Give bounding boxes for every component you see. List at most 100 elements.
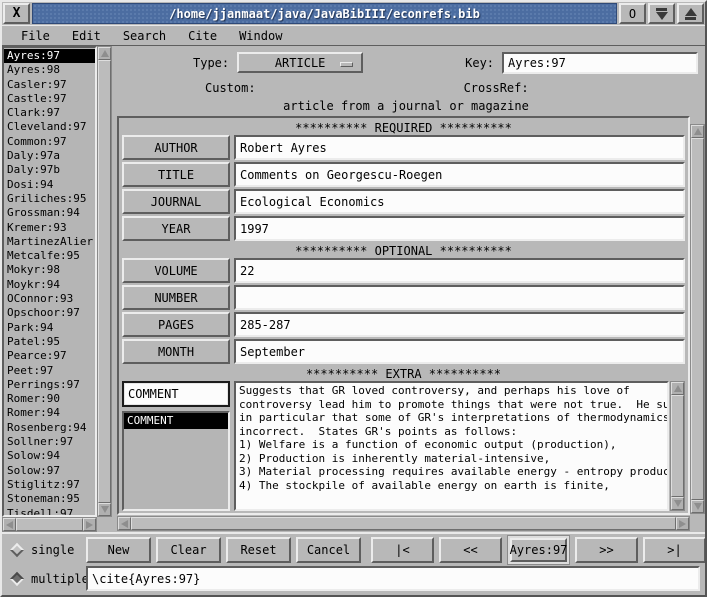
list-item[interactable]: Griliches:95 [4,192,95,206]
title-field-button[interactable]: TITLE [122,162,230,187]
hscroll-thumb[interactable] [131,517,676,530]
cancel-button[interactable]: Cancel [296,537,361,563]
mode-multiple-radio[interactable]: multiple [2,572,86,586]
list-item[interactable]: Pearce:97 [4,349,95,363]
hscroll-thumb[interactable] [16,518,83,531]
list-item[interactable]: Peet:97 [4,364,95,378]
list-item[interactable]: Solow:94 [4,449,95,463]
minimize-button[interactable] [648,3,675,24]
list-item[interactable]: Perrings:97 [4,378,95,392]
radio-diamond-icon[interactable] [10,571,24,585]
journal-input[interactable] [234,189,685,214]
reset-button[interactable]: Reset [226,537,291,563]
number-field-button[interactable]: NUMBER [122,285,230,310]
list-item[interactable]: Patel:95 [4,335,95,349]
menu-file[interactable]: File [10,27,61,45]
clear-button[interactable]: Clear [156,537,221,563]
vscroll-thumb[interactable] [691,138,704,500]
list-item[interactable]: Moykr:94 [4,278,95,292]
list-item[interactable]: Grossman:94 [4,206,95,220]
scroll-down-arrow[interactable] [691,500,704,513]
scroll-right-arrow[interactable] [83,518,96,531]
month-input[interactable] [234,339,685,364]
nav-current-button[interactable]: Ayres:97 [510,538,567,562]
list-item[interactable]: Romer:94 [4,406,95,420]
list-item[interactable]: Solow:97 [4,464,95,478]
close-button[interactable]: X [3,3,30,24]
type-dropdown[interactable]: ARTICLE [237,52,363,73]
menu-edit[interactable]: Edit [61,27,112,45]
list-item[interactable]: Common:97 [4,135,95,149]
list-item[interactable]: Mokyr:98 [4,263,95,277]
scroll-up-arrow[interactable] [98,47,111,60]
list-item[interactable]: Clark:97 [4,106,95,120]
list-item[interactable]: OConnor:93 [4,292,95,306]
volume-field-button[interactable]: VOLUME [122,258,230,283]
author-field-button[interactable]: AUTHOR [122,135,230,160]
list-item[interactable]: Romer:90 [4,392,95,406]
scroll-down-arrow[interactable] [98,503,111,516]
nav-first-button[interactable]: |< [371,537,434,563]
menu-search[interactable]: Search [112,27,177,45]
list-item[interactable]: Daly:97b [4,163,95,177]
nav-next-button[interactable]: >> [575,537,638,563]
list-item[interactable]: Daly:97a [4,149,95,163]
reference-list-vscrollbar[interactable] [97,46,112,517]
menu-cite[interactable]: Cite [177,27,228,45]
pages-input[interactable] [234,312,685,337]
nav-prev-button[interactable]: << [439,537,502,563]
scroll-up-arrow[interactable] [691,125,704,138]
cite-command-input[interactable] [86,566,700,591]
nav-last-button[interactable]: >| [643,537,706,563]
list-item[interactable]: COMMENT [124,413,228,429]
reference-list[interactable]: Ayres:97Ayres:98Casler:97Castle:97Clark:… [2,46,97,517]
author-input[interactable] [234,135,685,160]
month-field-button[interactable]: MONTH [122,339,230,364]
mode-single-radio[interactable]: single [2,543,86,557]
window-title-stripe[interactable]: /home/jjanmaat/java/JavaBibIII/econrefs.… [32,3,617,24]
year-field-button[interactable]: YEAR [122,216,230,241]
radio-diamond-icon[interactable] [10,542,24,556]
form-vscrollbar[interactable] [690,124,705,514]
vscroll-thumb[interactable] [671,395,684,497]
list-item[interactable]: Cleveland:97 [4,120,95,134]
list-item[interactable]: Park:94 [4,321,95,335]
list-item[interactable]: Sollner:97 [4,435,95,449]
vscroll-thumb[interactable] [98,60,111,503]
title-input[interactable] [234,162,685,187]
new-button[interactable]: New [86,537,151,563]
menu-window[interactable]: Window [228,27,293,45]
form-hscrollbar[interactable] [117,516,690,531]
list-item[interactable]: Stoneman:95 [4,492,95,506]
list-item[interactable]: Tisdell:97 [4,507,95,518]
key-input[interactable] [502,52,698,74]
list-item[interactable]: Rosenberg:94 [4,421,95,435]
number-input[interactable] [234,285,685,310]
scroll-right-arrow[interactable] [676,517,689,530]
volume-input[interactable] [234,258,685,283]
year-input[interactable] [234,216,685,241]
list-item[interactable]: Ayres:97 [4,49,95,63]
list-item[interactable]: Metcalfe:95 [4,249,95,263]
extra-field-list[interactable]: COMMENT [122,411,230,511]
maximize-button[interactable] [677,3,704,24]
extra-field-name-input[interactable] [122,381,230,407]
journal-field-button[interactable]: JOURNAL [122,189,230,214]
scroll-up-arrow[interactable] [671,382,684,395]
list-item[interactable]: Dosi:94 [4,178,95,192]
list-item[interactable]: Opschoor:97 [4,306,95,320]
comment-textarea[interactable]: Suggests that GR loved controversy, and … [234,381,669,511]
list-item[interactable]: MartinezAlier:9 [4,235,95,249]
window-menu-button[interactable]: O [619,3,646,24]
pages-field-button[interactable]: PAGES [122,312,230,337]
scroll-left-arrow[interactable] [3,518,16,531]
comment-vscrollbar[interactable] [670,381,685,511]
list-item[interactable]: Kremer:93 [4,221,95,235]
list-item[interactable]: Stiglitz:97 [4,478,95,492]
list-item[interactable]: Ayres:98 [4,63,95,77]
scroll-left-arrow[interactable] [118,517,131,530]
list-item[interactable]: Casler:97 [4,78,95,92]
list-item[interactable]: Castle:97 [4,92,95,106]
reference-list-hscrollbar[interactable] [2,517,97,532]
scroll-down-arrow[interactable] [671,497,684,510]
